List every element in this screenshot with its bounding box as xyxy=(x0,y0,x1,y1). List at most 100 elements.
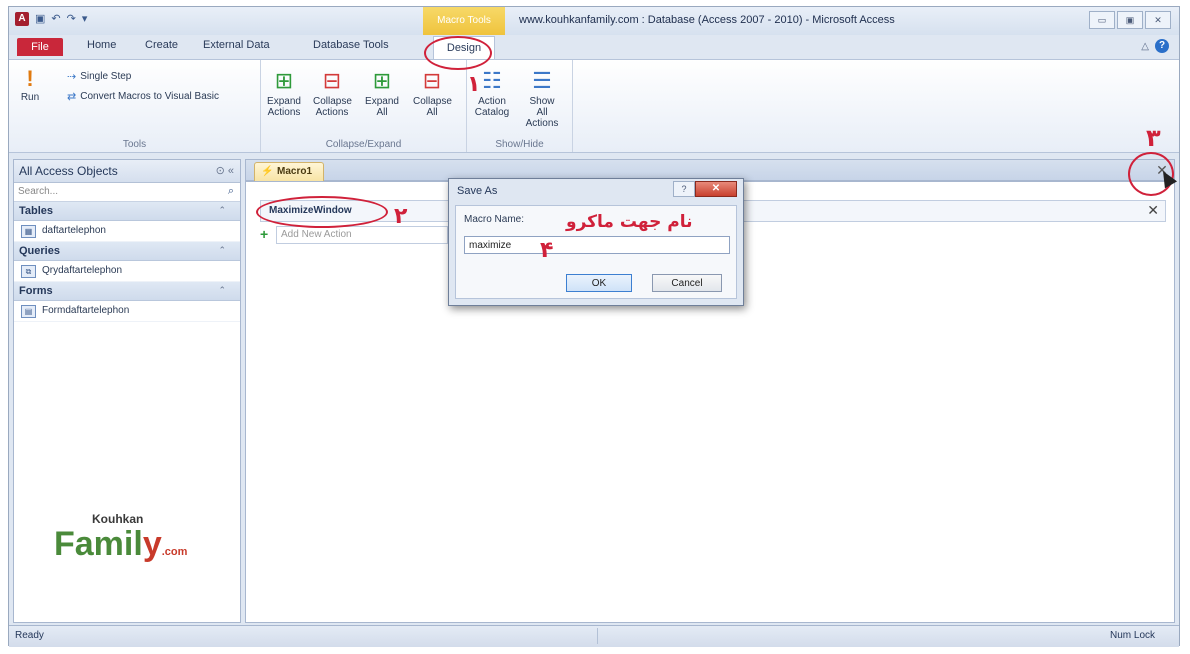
single-step-button[interactable]: ⇢ Single Step xyxy=(67,70,131,83)
dialog-title: Save As xyxy=(457,185,498,197)
expand-all-button[interactable]: ⊞ Expand All xyxy=(363,66,401,118)
collapse-actions-line1: Collapse xyxy=(313,96,352,107)
group-label-collapse-expand: Collapse/Expand xyxy=(325,139,402,150)
nav-item-query[interactable]: ⧉ Qrydaftartelephon xyxy=(14,261,240,282)
close-button[interactable]: ✕ xyxy=(1145,11,1171,29)
tab-database-tools[interactable]: Database Tools xyxy=(313,39,389,51)
logo-family: Family.com xyxy=(54,526,204,570)
group-label-tools: Tools xyxy=(122,139,147,150)
form-icon: ▤ xyxy=(21,305,36,318)
cancel-button[interactable]: Cancel xyxy=(652,274,722,292)
access-window: A ▣ ↶ ↷ ▾ Macro Tools www.kouhkanfamily.… xyxy=(8,6,1180,647)
convert-macros-button[interactable]: ⇄ Convert Macros to Visual Basic xyxy=(67,90,219,103)
tab-home[interactable]: Home xyxy=(87,39,116,51)
kouhkan-family-logo: Kouhkan Family.com xyxy=(54,512,204,570)
tab-external-data[interactable]: External Data xyxy=(203,39,270,51)
save-icon[interactable]: ▣ xyxy=(35,12,45,26)
redo-icon[interactable]: ↷ xyxy=(67,12,76,26)
access-logo-icon[interactable]: A xyxy=(15,12,29,26)
dialog-close-button[interactable]: ✕ xyxy=(695,181,737,197)
nav-item-label: daftartelephon xyxy=(42,225,106,236)
collapse-actions-button[interactable]: ⊟ Collapse Actions xyxy=(313,66,352,118)
undo-icon[interactable]: ↶ xyxy=(51,12,60,26)
group-collapse-expand: ⊞ Expand Actions ⊟ Collapse Actions ⊞ Ex… xyxy=(261,60,467,152)
status-divider xyxy=(597,628,598,644)
ok-button[interactable]: OK xyxy=(566,274,632,292)
show-all-actions-button[interactable]: ☰ Show All Actions xyxy=(523,66,561,129)
status-bar: Ready Num Lock xyxy=(9,625,1179,647)
nav-search-box[interactable]: Search... ⌕ xyxy=(14,183,240,202)
add-action-plus-icon: + xyxy=(260,226,269,242)
nav-header[interactable]: All Access Objects ⊙ « xyxy=(14,160,240,183)
macro-name-input[interactable]: maximize xyxy=(464,236,730,254)
annotation-number-1: ١ xyxy=(467,72,481,97)
convert-macros-icon: ⇄ xyxy=(67,91,77,103)
collapse-chevron-icon[interactable]: ⌃ xyxy=(218,205,226,216)
ribbon: ! Run ⇢ Single Step ⇄ Convert Macros to … xyxy=(9,59,1179,153)
save-as-dialog: Save As ? ✕ Macro Name: maximize OK Canc… xyxy=(448,178,744,306)
group-show-hide: ☷ Action Catalog ☰ Show All Actions Show… xyxy=(467,60,573,152)
category-label: Forms xyxy=(19,285,53,297)
collapse-all-button[interactable]: ⊟ Collapse All xyxy=(413,66,452,118)
dialog-help-icon[interactable]: ? xyxy=(673,181,695,197)
expand-actions-line2: Actions xyxy=(267,107,301,118)
maximize-button[interactable]: ▣ xyxy=(1117,11,1143,29)
nav-title: All Access Objects xyxy=(19,164,118,178)
logo-family-prefix: Famil xyxy=(54,525,143,563)
title-bar: A ▣ ↶ ↷ ▾ Macro Tools www.kouhkanfamily.… xyxy=(9,7,1179,35)
nav-menu-icon[interactable]: ⊙ « xyxy=(216,164,234,177)
logo-suffix: .com xyxy=(161,546,188,558)
status-ready: Ready xyxy=(15,630,44,641)
show-all-actions-line2: Actions xyxy=(525,118,559,129)
run-icon: ! xyxy=(26,66,34,91)
single-step-label: Single Step xyxy=(80,71,132,82)
status-num-lock: Num Lock xyxy=(1109,630,1155,641)
show-all-actions-line1: Show All xyxy=(529,96,555,118)
search-icon[interactable]: ⌕ xyxy=(228,185,234,198)
annotation-circle-design-tab xyxy=(424,36,492,70)
annotation-macro-name-note: نام جهت ماکرو xyxy=(566,212,693,232)
help-icon[interactable]: ? xyxy=(1155,39,1169,53)
logo-family-y: y xyxy=(142,525,162,563)
table-icon: ▦ xyxy=(21,225,36,238)
window-title: www.kouhkanfamily.com : Database (Access… xyxy=(519,14,895,26)
tab-create[interactable]: Create xyxy=(145,39,178,51)
expand-actions-line1: Expand xyxy=(267,96,301,107)
group-label-show-hide: Show/Hide xyxy=(495,139,544,150)
minimize-button[interactable]: ▭ xyxy=(1089,11,1115,29)
run-label: Run xyxy=(20,92,40,103)
collapse-chevron-icon[interactable]: ⌃ xyxy=(218,245,226,256)
nav-category-tables[interactable]: Tables ⌃ xyxy=(14,202,240,221)
macro-tools-context-header: Macro Tools xyxy=(423,7,505,35)
quick-access-toolbar: A ▣ ↶ ↷ ▾ xyxy=(15,12,87,26)
nav-category-queries[interactable]: Queries ⌃ xyxy=(14,242,240,261)
add-new-action-combo[interactable]: Add New Action xyxy=(276,226,448,244)
category-label: Queries xyxy=(19,245,60,257)
add-action-placeholder: Add New Action xyxy=(281,229,352,240)
collapse-actions-icon: ⊟ xyxy=(322,68,342,93)
action-catalog-line1: Action xyxy=(478,96,506,107)
nav-item-label: Qrydaftartelephon xyxy=(42,265,123,276)
nav-category-forms[interactable]: Forms ⌃ xyxy=(14,282,240,301)
expand-all-line1: Expand xyxy=(365,96,399,107)
doc-tab-label: Macro1 xyxy=(277,166,313,177)
navigation-pane: All Access Objects ⊙ « Search... ⌕ Table… xyxy=(13,159,241,623)
nav-search-placeholder: Search... xyxy=(18,186,59,197)
tab-file[interactable]: File xyxy=(17,38,63,56)
expand-actions-button[interactable]: ⊞ Expand Actions xyxy=(265,66,303,118)
single-step-icon: ⇢ xyxy=(67,71,77,83)
nav-item-table[interactable]: ▦ daftartelephon xyxy=(14,221,240,242)
window-controls: ▭ ▣ ✕ xyxy=(1089,11,1171,29)
collapse-chevron-icon[interactable]: ⌃ xyxy=(218,285,226,296)
ribbon-right-controls: △ ? xyxy=(1141,39,1169,53)
run-button[interactable]: ! Run xyxy=(13,66,47,103)
nav-item-form[interactable]: ▤ Formdaftartelephon xyxy=(14,301,240,322)
qat-dropdown-icon[interactable]: ▾ xyxy=(82,12,88,26)
show-all-actions-icon: ☰ xyxy=(532,68,552,93)
tab-macro1[interactable]: ⚡ Macro1 xyxy=(254,162,324,182)
annotation-number-3: ٣ xyxy=(1146,124,1161,152)
delete-action-icon[interactable]: ✕ xyxy=(1147,202,1159,219)
annotation-number-4: ۴ xyxy=(540,238,554,263)
collapse-all-line1: Collapse xyxy=(413,96,452,107)
minimize-ribbon-icon[interactable]: △ xyxy=(1141,41,1149,52)
